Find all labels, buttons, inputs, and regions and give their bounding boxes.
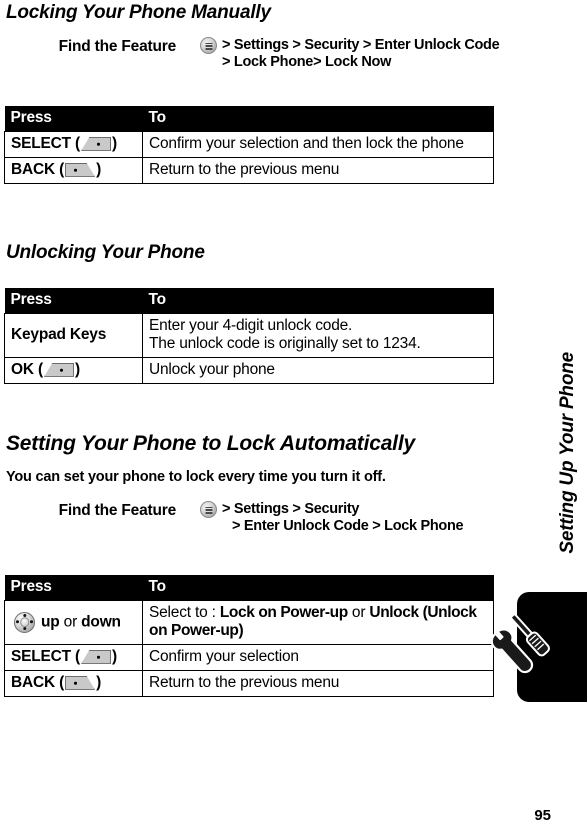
section-auto-lock: Setting Your Phone to Lock Automatically… bbox=[6, 432, 492, 535]
table-locking-manually: Press To SELECT () Confirm your selectio… bbox=[4, 106, 494, 184]
to-conjunction: or bbox=[347, 604, 370, 621]
key-table: Press To Keypad Keys Enter your 4-digit … bbox=[4, 288, 494, 384]
paren-open: ( bbox=[70, 135, 81, 152]
section-heading: Unlocking Your Phone bbox=[6, 242, 205, 263]
to-cell: Enter your 4-digit unlock code. The unlo… bbox=[142, 313, 494, 358]
column-header-to: To bbox=[142, 288, 494, 314]
paren-close: ) bbox=[74, 361, 80, 378]
table-header-row: Press To bbox=[4, 106, 494, 132]
to-cell: Confirm your selection and then lock the… bbox=[142, 131, 494, 158]
table-row: up or down Select to : Lock on Power-up … bbox=[4, 600, 494, 645]
find-the-feature-label: Find the Feature bbox=[58, 38, 177, 55]
softkey-right-icon bbox=[65, 675, 96, 690]
table-row: SELECT () Confirm your selection bbox=[4, 644, 494, 671]
path-text: > Lock Phone> Lock Now bbox=[222, 54, 392, 70]
press-cell: BACK () bbox=[4, 670, 143, 697]
path-text: > Settings > Security > Enter Unlock Cod… bbox=[222, 37, 500, 53]
find-the-feature-block: Find the Feature > Settings > Security >… bbox=[6, 37, 500, 71]
press-key-label: BACK bbox=[11, 161, 55, 178]
to-option-1: Lock on Power-up bbox=[219, 604, 348, 621]
column-header-to: To bbox=[142, 106, 494, 132]
to-cell: Return to the previous menu bbox=[142, 157, 494, 184]
to-cell: Select to : Lock on Power-up or Unlock (… bbox=[142, 600, 494, 645]
to-cell: Unlock your phone bbox=[142, 357, 494, 384]
to-line-1: Enter your 4-digit unlock code. bbox=[149, 317, 353, 334]
chapter-sidebar: Setting Up Your Phone 95 bbox=[491, 0, 587, 840]
column-header-to: To bbox=[142, 575, 494, 601]
paren-open: ( bbox=[54, 674, 65, 691]
softkey-left-icon bbox=[43, 362, 74, 377]
press-cell: SELECT () bbox=[4, 644, 143, 671]
path-text: > Enter Unlock Code > Lock Phone bbox=[232, 518, 464, 534]
press-cell: SELECT () bbox=[4, 131, 143, 158]
table-auto-lock: Press To up or down Select to : Lock on … bbox=[4, 575, 494, 697]
to-cell: Return to the previous menu bbox=[142, 670, 494, 697]
menu-circle-icon bbox=[200, 501, 217, 518]
path-text: > Settings > Security bbox=[222, 501, 360, 517]
to-prefix: Select to : bbox=[149, 604, 220, 621]
path-line: > Lock Phone> Lock Now bbox=[200, 54, 499, 71]
press-cell: BACK () bbox=[4, 157, 143, 184]
press-conjunction: or bbox=[59, 613, 82, 631]
nav-key-icon bbox=[14, 611, 35, 633]
paren-open: ( bbox=[33, 361, 43, 378]
section-locking-manually: Locking Your Phone Manually Find the Fea… bbox=[6, 2, 500, 71]
press-key-label: SELECT bbox=[11, 648, 71, 665]
paren-open: ( bbox=[70, 648, 81, 665]
page-number: 95 bbox=[534, 807, 551, 824]
press-cell: up or down bbox=[4, 600, 143, 645]
table-row: Keypad Keys Enter your 4-digit unlock co… bbox=[4, 313, 494, 358]
column-header-press: Press bbox=[4, 106, 143, 132]
to-cell: Confirm your selection bbox=[142, 644, 494, 671]
page-content: Locking Your Phone Manually Find the Fea… bbox=[0, 0, 500, 840]
wrench-screwdriver-icon bbox=[491, 613, 550, 674]
chapter-thumb-tab bbox=[491, 592, 587, 702]
section-intro-text: You can set your phone to lock every tim… bbox=[6, 469, 386, 485]
paren-close: ) bbox=[96, 161, 102, 178]
find-the-feature-path: > Settings > Security > Enter Unlock Cod… bbox=[200, 37, 500, 71]
table-header-row: Press To bbox=[4, 575, 494, 601]
press-cell: Keypad Keys bbox=[4, 313, 143, 358]
press-key-label: SELECT bbox=[11, 135, 71, 152]
softkey-right-icon bbox=[65, 162, 96, 177]
press-key-label: BACK bbox=[11, 674, 55, 691]
to-line-2: The unlock code is originally set to 123… bbox=[149, 335, 421, 352]
press-key-label: OK bbox=[11, 361, 34, 378]
path-line: > Settings > Security > Enter Unlock Cod… bbox=[200, 37, 500, 54]
chapter-title-vertical: Setting Up Your Phone bbox=[557, 352, 578, 554]
press-direction-down: down bbox=[81, 613, 121, 631]
paren-close: ) bbox=[96, 674, 102, 691]
key-table: Press To SELECT () Confirm your selectio… bbox=[4, 106, 494, 184]
table-unlocking: Press To Keypad Keys Enter your 4-digit … bbox=[4, 288, 494, 384]
press-cell: OK () bbox=[4, 357, 143, 384]
paren-close: ) bbox=[112, 135, 117, 152]
path-line: > Enter Unlock Code > Lock Phone bbox=[200, 518, 492, 535]
find-the-feature-label: Find the Feature bbox=[58, 502, 177, 519]
table-row: OK () Unlock your phone bbox=[4, 357, 494, 384]
table-row: BACK () Return to the previous menu bbox=[4, 157, 494, 184]
column-header-press: Press bbox=[4, 288, 143, 314]
section-heading: Locking Your Phone Manually bbox=[6, 2, 271, 23]
find-the-feature-path: > Settings > Security > Enter Unlock Cod… bbox=[200, 501, 492, 535]
table-row: SELECT () Confirm your selection and the… bbox=[4, 131, 494, 158]
column-header-press: Press bbox=[4, 575, 143, 601]
path-line: > Settings > Security bbox=[200, 501, 492, 518]
table-row: BACK () Return to the previous menu bbox=[4, 670, 494, 697]
paren-close: ) bbox=[112, 648, 117, 665]
softkey-left-icon bbox=[81, 136, 112, 151]
softkey-left-icon bbox=[81, 649, 112, 664]
find-the-feature-block: Find the Feature > Settings > Security >… bbox=[6, 501, 492, 535]
paren-open: ( bbox=[54, 161, 65, 178]
key-table: Press To up or down Select to : Lock on … bbox=[4, 575, 494, 697]
table-header-row: Press To bbox=[4, 288, 494, 314]
press-direction-up: up bbox=[41, 613, 60, 631]
section-heading: Setting Your Phone to Lock Automatically bbox=[6, 432, 415, 455]
menu-circle-icon bbox=[200, 37, 217, 54]
section-unlocking: Unlocking Your Phone bbox=[6, 242, 486, 264]
